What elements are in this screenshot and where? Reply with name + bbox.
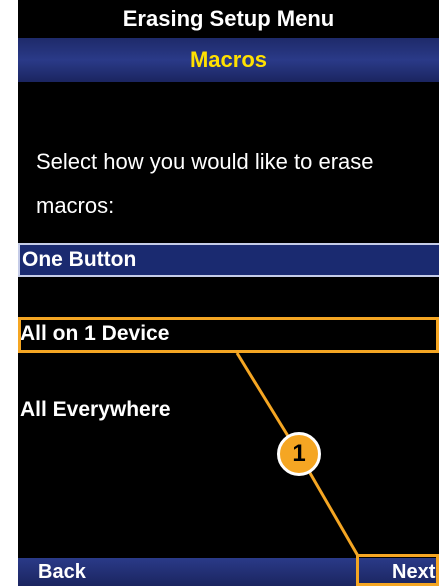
prompt-text: Select how you would like to erase macro… <box>36 149 374 218</box>
callout-number-badge: 1 <box>277 432 321 476</box>
device-screen: Erasing Setup Menu Macros Select how you… <box>18 0 439 586</box>
callout-highlight-option <box>18 317 439 353</box>
option-label: All Everywhere <box>20 398 171 421</box>
callout-highlight-next <box>356 554 439 586</box>
option-all-everywhere[interactable]: All Everywhere <box>18 393 439 427</box>
back-softkey[interactable]: Back <box>38 558 86 586</box>
menu-title: Erasing Setup Menu <box>122 6 335 31</box>
menu-subtitle: Macros <box>189 47 268 72</box>
option-one-button[interactable]: One Button <box>18 243 439 277</box>
option-label: One Button <box>22 248 137 271</box>
menu-subtitle-bar: Macros <box>18 38 439 82</box>
